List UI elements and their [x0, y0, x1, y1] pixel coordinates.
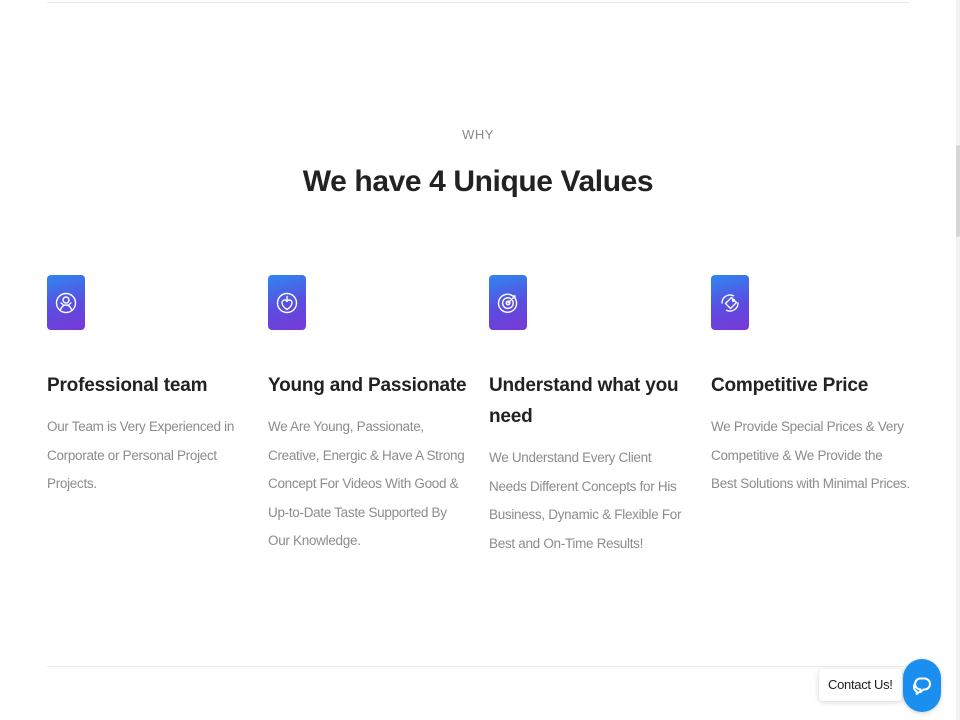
card-description: We Understand Every Client Needs Differe… — [489, 450, 682, 551]
value-card-young-passionate: Young and Passionate We Are Young, Passi… — [268, 275, 468, 556]
scrollbar-thumb[interactable] — [956, 145, 960, 237]
page-scrollbar[interactable] — [956, 0, 960, 720]
passion-icon — [268, 275, 306, 330]
contact-us-label[interactable]: Contact Us! — [819, 669, 902, 701]
top-divider — [47, 2, 909, 3]
card-title: Young and Passionate — [268, 375, 467, 396]
chat-button[interactable] — [903, 659, 941, 712]
section-title: We have 4 Unique Values — [302, 165, 654, 198]
chat-icon — [913, 677, 931, 695]
section-eyebrow: WHY — [462, 127, 494, 142]
value-card-understand-need: Understand what you need We Understand E… — [489, 275, 689, 558]
team-icon — [47, 275, 85, 330]
price-tag-icon — [711, 275, 749, 330]
card-title: Understand what you need — [489, 375, 679, 427]
card-title: Competitive Price — [711, 375, 869, 396]
card-description: We Provide Special Prices & Very Competi… — [711, 419, 910, 491]
card-title: Professional team — [47, 375, 208, 396]
value-card-competitive-price: Competitive Price We Provide Special Pri… — [711, 275, 911, 499]
value-card-professional-team: Professional team Our Team is Very Exper… — [47, 275, 247, 499]
card-description: We Are Young, Passionate, Creative, Ener… — [268, 419, 465, 548]
bottom-divider — [47, 666, 909, 667]
target-icon — [489, 275, 527, 330]
card-description: Our Team is Very Experienced in Corporat… — [47, 419, 235, 491]
